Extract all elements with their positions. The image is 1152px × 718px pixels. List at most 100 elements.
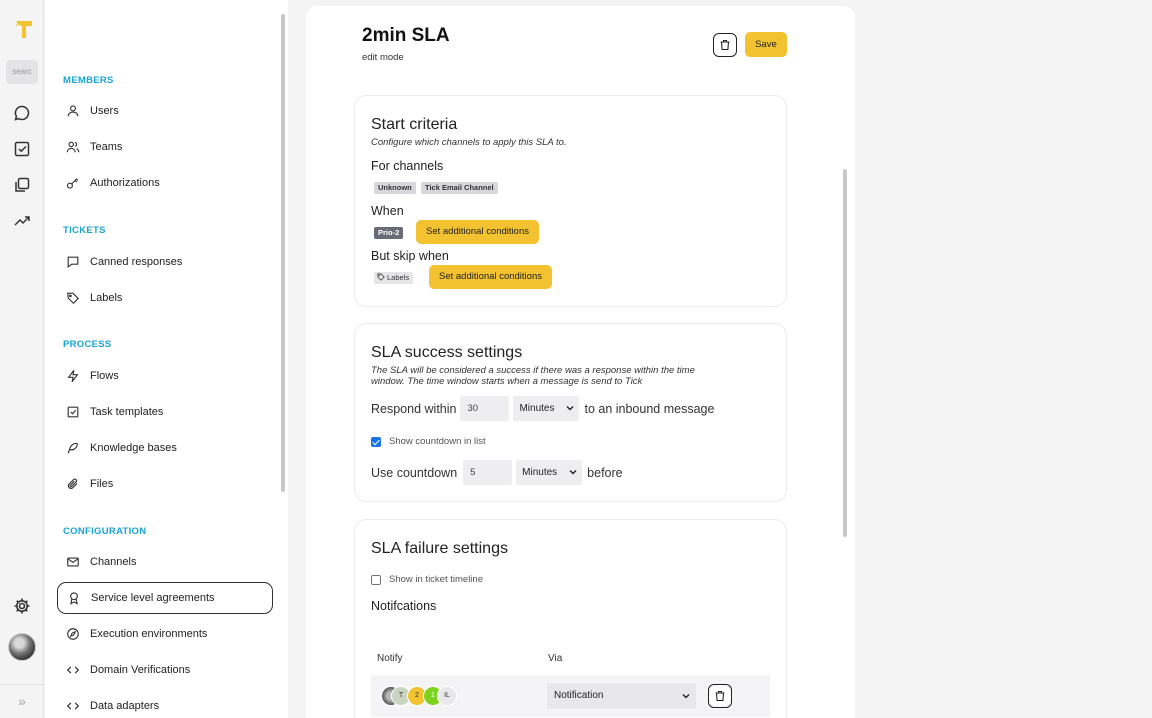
notifications-title: Notifcations (371, 599, 437, 613)
search-input[interactable]: searc (6, 60, 38, 84)
labels-chip-text: Labels (387, 273, 410, 282)
delete-notification-button[interactable] (708, 684, 732, 708)
use-countdown-label: Use countdown (371, 465, 458, 480)
sla-editor: 2min SLA edit mode Save Start criteria C… (306, 6, 855, 718)
respond-within-input[interactable]: 30 (460, 396, 510, 421)
avatar: IL (437, 686, 457, 706)
sidebar-item-label: Execution environments (90, 628, 208, 640)
when-label: When (371, 204, 404, 218)
via-select[interactable]: Notification (547, 683, 696, 709)
respond-unit-value: Minutes (519, 403, 555, 414)
sidebar-item-canned-responses[interactable]: Canned responses (57, 246, 273, 278)
logo-icon[interactable] (14, 18, 34, 40)
sidebar-item-channels[interactable]: Channels (57, 546, 273, 578)
skip-when-label: But skip when (371, 249, 449, 263)
chat-icon[interactable] (12, 103, 32, 123)
sidebar-item-label: Authorizations (90, 177, 160, 189)
chevron-down-icon (682, 694, 690, 699)
countdown-input[interactable]: 5 (463, 460, 513, 485)
section-process: PROCESS (63, 339, 112, 350)
checkbox-label: Show countdown in list (389, 436, 486, 447)
expand-sidebar-button[interactable]: » (0, 684, 44, 718)
panel-description: window. The time window starts when a me… (371, 376, 643, 387)
checkbox-label: Show in ticket timeline (389, 574, 483, 585)
priority-chip: Prio-2 (374, 227, 404, 239)
zap-icon (67, 369, 79, 383)
sidebar-scrollbar[interactable] (281, 14, 285, 492)
sidebar-item-label: Service level agreements (91, 592, 215, 604)
channels-label: For channels (371, 159, 444, 173)
sidebar-item-task-templates[interactable]: Task templates (57, 396, 273, 428)
set-skip-conditions-button[interactable]: Set additional conditions (429, 265, 552, 289)
mail-icon (67, 557, 79, 567)
channel-chip: Unknown (374, 182, 416, 194)
key-icon (66, 178, 79, 189)
section-members: MEMBERS (63, 75, 114, 86)
notify-avatars[interactable]: T 2 1 IL (381, 686, 457, 706)
sidebar-item-knowledge-bases[interactable]: Knowledge bases (57, 432, 273, 464)
sidebar-item-labels[interactable]: Labels (57, 282, 273, 314)
sidebar-item-domain-verifications[interactable]: Domain Verifications (57, 654, 273, 686)
trend-icon[interactable] (12, 211, 32, 231)
avatar[interactable] (8, 633, 36, 661)
code-icon (66, 702, 80, 710)
show-countdown-checkbox[interactable]: Show countdown in list (371, 436, 486, 447)
sidebar-item-label: Flows (90, 370, 119, 382)
code-icon (66, 666, 80, 674)
sidebar-item-label: Channels (90, 556, 137, 568)
gear-icon[interactable] (12, 596, 32, 616)
sidebar-item-authorizations[interactable]: Authorizations (57, 167, 273, 199)
channel-chip: Tick Email Channel (421, 182, 498, 194)
use-countdown-row: Use countdown 5 Minutes before (371, 460, 623, 485)
delete-button[interactable] (713, 33, 737, 57)
checkbox-unchecked[interactable] (371, 574, 381, 585)
sidebar-item-label: Data adapters (90, 700, 160, 712)
page-title: 2min SLA (362, 25, 450, 46)
sidebar-item-label: Domain Verifications (90, 664, 191, 676)
respond-unit-select[interactable]: Minutes (513, 396, 580, 421)
copy-icon[interactable] (12, 175, 32, 195)
sidebar-item-label: Canned responses (90, 256, 183, 268)
check-square-icon (67, 406, 79, 418)
main-scrollbar[interactable] (843, 169, 847, 537)
users-icon (66, 141, 80, 153)
set-conditions-button[interactable]: Set additional conditions (416, 220, 539, 244)
tasks-icon[interactable] (12, 139, 32, 159)
countdown-unit-value: Minutes (522, 467, 558, 478)
show-in-timeline-checkbox[interactable]: Show in ticket timeline (371, 574, 483, 585)
sidebar-item-data-adapters[interactable]: Data adapters (57, 690, 273, 718)
column-header-via: Via (548, 653, 563, 664)
sidebar-item-label: Task templates (90, 406, 164, 418)
respond-within-row: Respond within 30 Minutes to an inbound … (371, 396, 714, 421)
section-configuration: CONFIGURATION (63, 526, 147, 537)
tag-icon (377, 273, 385, 281)
save-button[interactable]: Save (745, 32, 787, 57)
countdown-unit-select[interactable]: Minutes (516, 460, 583, 485)
column-header-notify: Notify (377, 653, 403, 664)
sidebar-item-service-level-agreements[interactable]: Service level agreements (57, 582, 273, 614)
sidebar-item-teams[interactable]: Teams (57, 131, 273, 163)
feather-icon (67, 442, 78, 454)
tag-icon (67, 292, 80, 305)
paperclip-icon (67, 478, 78, 489)
respond-suffix: to an inbound message (584, 401, 715, 416)
checkbox-checked[interactable] (371, 436, 381, 447)
panel-description: Configure which channels to apply this S… (371, 137, 567, 148)
sidebar-item-label: Users (90, 105, 119, 117)
user-icon (67, 105, 79, 117)
sidebar-item-execution-environments[interactable]: Execution environments (57, 618, 273, 650)
section-tickets: TICKETS (63, 225, 106, 236)
trash-icon (720, 39, 730, 51)
sla-failure-panel: SLA failure settings Show in ticket time… (354, 519, 787, 718)
icon-rail: searc » (0, 0, 44, 718)
panel-title: SLA success settings (371, 344, 523, 361)
sidebar-item-flows[interactable]: Flows (57, 360, 273, 392)
via-value: Notification (554, 690, 604, 701)
sidebar-item-users[interactable]: Users (57, 95, 273, 127)
sidebar-item-files[interactable]: Files (57, 468, 273, 500)
sla-success-panel: SLA success settings The SLA will be con… (354, 323, 787, 502)
message-square-icon (67, 256, 79, 268)
panel-title: SLA failure settings (371, 540, 508, 557)
chevron-down-icon (566, 406, 574, 411)
compass-icon (67, 628, 79, 640)
